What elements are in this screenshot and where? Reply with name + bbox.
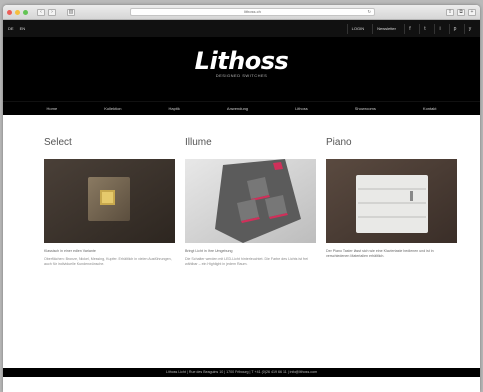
product-title[interactable]: Illume bbox=[185, 137, 316, 149]
site-topbar: DE EN LOGIN Newsletter f t i p y bbox=[3, 20, 480, 37]
share-icon[interactable]: ⇪ bbox=[446, 8, 454, 16]
youtube-icon[interactable]: y bbox=[464, 23, 475, 34]
login-link[interactable]: LOGIN bbox=[346, 23, 368, 34]
address-bar[interactable]: lithoss.ch ↻ bbox=[130, 8, 375, 16]
nav-item-haptik[interactable]: Haptik bbox=[169, 106, 180, 111]
main-navigation: Home Kollektion Haptik Anwendung Lithoss… bbox=[3, 101, 480, 115]
minimize-window-icon[interactable] bbox=[15, 9, 20, 15]
tabs-icon[interactable]: ⧉ bbox=[457, 8, 465, 16]
lang-de-link[interactable]: DE bbox=[8, 26, 14, 31]
site-footer: Lithoss Licht | Rue des Beaguins 10 | 17… bbox=[3, 368, 480, 377]
facebook-icon[interactable]: f bbox=[404, 23, 415, 34]
site-header: Lithoss DESIGNED SWITCHES bbox=[3, 37, 480, 101]
product-title[interactable]: Select bbox=[44, 137, 175, 149]
reload-icon[interactable]: ↻ bbox=[368, 9, 371, 15]
product-card-piano: Piano Der Piano Taster lässt sich wie ei… bbox=[326, 137, 457, 262]
lang-en-link[interactable]: EN bbox=[20, 26, 26, 31]
product-image-illume[interactable] bbox=[185, 159, 316, 243]
newsletter-link[interactable]: Newsletter bbox=[372, 23, 400, 34]
address-text: lithoss.ch bbox=[244, 9, 261, 14]
product-card-select: Select Klassisch in einer edlen Variante… bbox=[44, 137, 175, 267]
close-window-icon[interactable] bbox=[7, 9, 12, 15]
maximize-window-icon[interactable] bbox=[23, 9, 28, 15]
product-description: Oberflächen: Bronze, Nickel, Messing, Ku… bbox=[44, 257, 172, 266]
main-content: Select Klassisch in einer edlen Variante… bbox=[3, 115, 480, 377]
product-description: Die Schalter werden mit LED-Licht hinter… bbox=[185, 257, 309, 266]
twitter-icon[interactable]: t bbox=[419, 23, 430, 34]
product-caption: Der Piano Taster lässt sich wie eine Kla… bbox=[326, 249, 434, 258]
add-tab-icon[interactable]: + bbox=[468, 8, 476, 16]
site-tagline: DESIGNED SWITCHES bbox=[215, 73, 268, 78]
nav-item-lithoss[interactable]: Lithoss bbox=[295, 106, 308, 111]
forward-button[interactable]: › bbox=[48, 8, 56, 16]
instagram-icon[interactable]: i bbox=[434, 23, 445, 34]
nav-item-kontakt[interactable]: Kontakt bbox=[423, 106, 437, 111]
nav-item-home[interactable]: Home bbox=[47, 106, 58, 111]
nav-item-showrooms[interactable]: Showrooms bbox=[355, 106, 376, 111]
nav-item-anwendung[interactable]: Anwendung bbox=[227, 106, 248, 111]
nav-item-kollektion[interactable]: Kollektion bbox=[104, 106, 121, 111]
back-button[interactable]: ‹ bbox=[37, 8, 45, 16]
product-card-illume: Illume Bringt Licht in Ihre Umgebung Die… bbox=[185, 137, 316, 267]
product-title[interactable]: Piano bbox=[326, 137, 457, 149]
site-logo[interactable]: Lithoss bbox=[3, 47, 480, 75]
product-caption: Bringt Licht in Ihre Umgebung bbox=[185, 249, 233, 253]
browser-window: ‹ › ▥ lithoss.ch ↻ ⇪ ⧉ + DE EN LOGIN New… bbox=[3, 5, 480, 392]
sidebar-icon[interactable]: ▥ bbox=[67, 8, 75, 16]
product-image-piano[interactable] bbox=[326, 159, 457, 243]
pinterest-icon[interactable]: p bbox=[449, 23, 460, 34]
product-image-select[interactable] bbox=[44, 159, 175, 243]
browser-titlebar: ‹ › ▥ lithoss.ch ↻ ⇪ ⧉ + bbox=[3, 5, 480, 20]
product-caption: Klassisch in einer edlen Variante bbox=[44, 249, 96, 253]
